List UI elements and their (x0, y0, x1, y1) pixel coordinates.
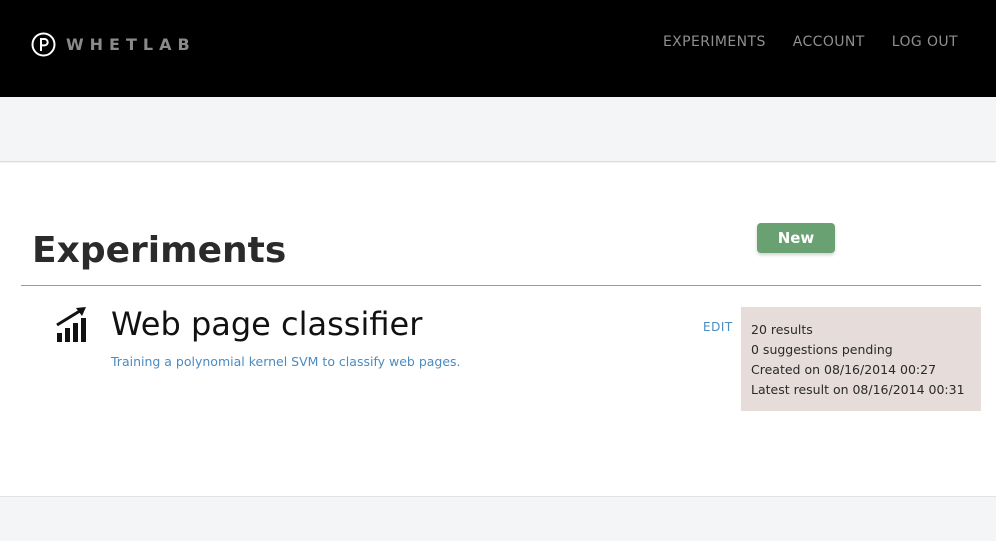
edit-experiment-link[interactable]: EDIT (703, 320, 733, 334)
bar-chart-trend-icon (56, 307, 86, 342)
nav-experiments-link[interactable]: EXPERIMENTS (663, 33, 766, 51)
experiments-panel: Experiments New Web page classifier Trai… (0, 163, 996, 497)
main-nav: EXPERIMENTS ACCOUNT LOG OUT (663, 33, 958, 51)
nav-account-link[interactable]: ACCOUNT (793, 33, 865, 51)
results-count: 20 results (751, 322, 813, 337)
section-divider (21, 285, 981, 286)
experiment-title[interactable]: Web page classifier (111, 304, 422, 344)
nav-logout-link[interactable]: LOG OUT (892, 33, 958, 51)
experiment-stats-box: 20 results 0 suggestions pending Created… (741, 307, 981, 411)
experiment-description: Training a polynomial kernel SVM to clas… (111, 354, 461, 369)
whetlab-logo-icon (31, 32, 56, 57)
top-navbar: WHETLAB EXPERIMENTS ACCOUNT LOG OUT (0, 0, 996, 97)
new-experiment-button[interactable]: New (757, 223, 835, 253)
pending-suggestions: 0 suggestions pending (751, 342, 893, 357)
page-title: Experiments (32, 230, 287, 271)
brand-name: WHETLAB (66, 35, 196, 54)
latest-result-date: Latest result on 08/16/2014 00:31 (751, 382, 965, 397)
sub-header-band (0, 97, 996, 162)
brand-logo[interactable]: WHETLAB (31, 32, 196, 57)
created-date: Created on 08/16/2014 00:27 (751, 362, 937, 377)
